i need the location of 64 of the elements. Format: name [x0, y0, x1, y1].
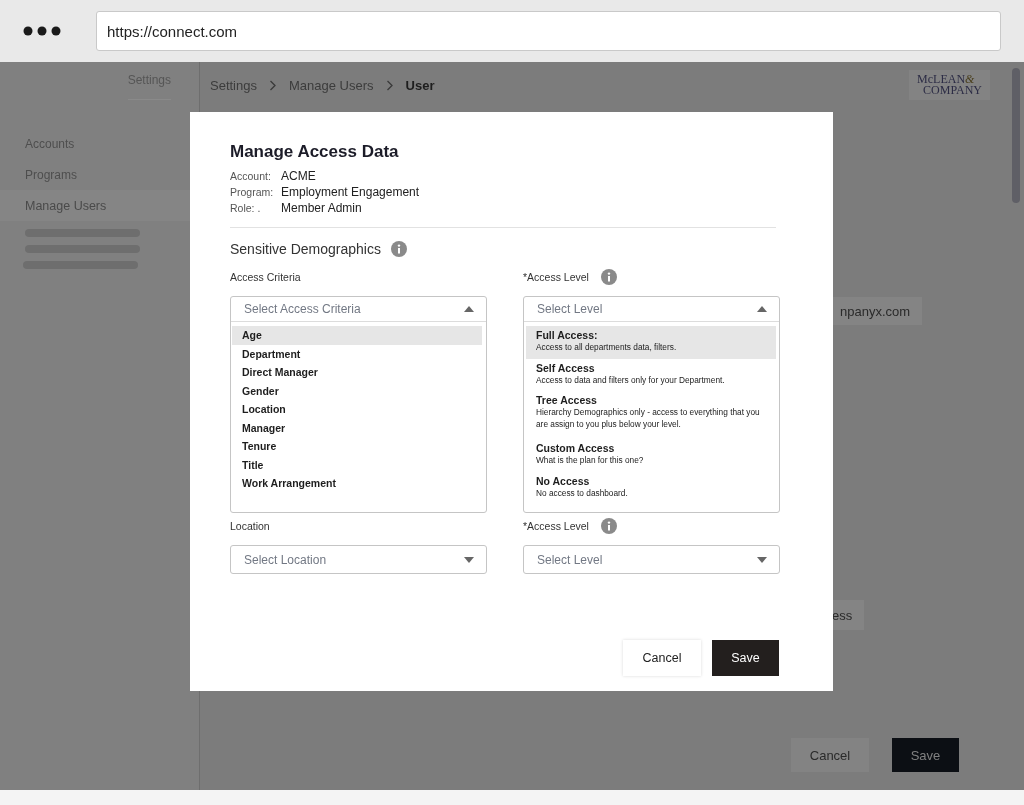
- dropdown[interactable]: Select Level: [523, 545, 780, 574]
- address-bar[interactable]: https://connect.com: [96, 11, 1001, 51]
- option-description: Access to data and filters only for your Department.: [536, 374, 726, 386]
- info-icon[interactable]: [600, 269, 617, 285]
- option-description: What is the plan for this one?: [536, 455, 645, 467]
- dropdown-placeholder: Select Level: [537, 552, 603, 567]
- dropdown-option[interactable]: Tree Access Hierarchy Demographics only - access to everything that you are assign to you plus below your level.: [526, 391, 776, 435]
- access-button[interactable]: ess: [832, 600, 864, 630]
- option-description: No access to dashboard.: [536, 487, 629, 499]
- dropdown[interactable]: Select Location: [230, 545, 487, 574]
- dropdown-option[interactable]: Self Access Access to data and filters only for your Department.: [526, 358, 776, 391]
- caret-up-icon: [757, 306, 767, 312]
- chevron-right-icon: [269, 79, 277, 91]
- company-logo: McLEAN& COMPANY: [909, 70, 990, 100]
- scrollbar[interactable]: [1012, 68, 1020, 203]
- option-title: Tree Access: [536, 394, 598, 407]
- chevron-right-icon: [385, 79, 394, 91]
- dropdown-option[interactable]: Title: [232, 455, 482, 474]
- save-button[interactable]: Save: [712, 640, 779, 676]
- dropdown-option[interactable]: Custom Access What is the plan for this one?: [526, 439, 776, 472]
- section-title: Sensitive Demographics: [230, 241, 381, 257]
- dialog-title: Manage Access Data: [230, 142, 400, 162]
- cancel-button[interactable]: Cancel: [791, 738, 869, 772]
- caret-down-icon: [464, 556, 474, 563]
- dropdown-placeholder: Select Location: [244, 552, 327, 567]
- dropdown-option[interactable]: Direct Manager: [232, 363, 482, 382]
- meta-value: Employment Engagement: [281, 184, 421, 200]
- dropdown-option[interactable]: Manager: [232, 418, 482, 437]
- dropdown-option[interactable]: Age: [232, 326, 482, 345]
- meta-value: Member Admin: [281, 200, 363, 216]
- option-description: Access to all departments data, filters.: [536, 342, 678, 354]
- more-icon[interactable]: [23, 26, 61, 36]
- field-label: Access Criteria: [230, 271, 301, 283]
- caret-up-icon: [464, 306, 474, 312]
- option-title: Self Access: [536, 361, 596, 375]
- meta-label: Account:: [230, 169, 272, 184]
- dropdown[interactable]: [523, 296, 780, 513]
- meta-label: Role: .: [230, 201, 262, 216]
- dropdown-option[interactable]: Location: [232, 400, 482, 419]
- dropdown-option[interactable]: Gender: [232, 381, 482, 400]
- dropdown-placeholder: Select Level: [537, 302, 603, 316]
- dropdown-option[interactable]: Tenure: [232, 437, 482, 456]
- caret-down-icon: [757, 556, 767, 563]
- field-label: *Access Level: [523, 271, 589, 283]
- save-button[interactable]: Save: [892, 738, 959, 772]
- option-title: Custom Access: [536, 442, 616, 455]
- dropdown-option[interactable]: Work Arrangement: [232, 474, 482, 493]
- dropdown-option[interactable]: Department: [232, 344, 482, 363]
- breadcrumb-item: User: [405, 77, 435, 93]
- field-label: Location: [230, 520, 270, 532]
- dropdown-option[interactable]: Full Access: Access to all departments data, filters.: [526, 326, 776, 359]
- field-label: *Access Level: [523, 520, 589, 532]
- option-title: Full Access:: [536, 329, 599, 342]
- cancel-button[interactable]: Cancel: [623, 640, 701, 676]
- dropdown[interactable]: Select Access Criteria Age Department Direct Manager Gender Location Manager Tenure Title Work Arrangement: [230, 296, 487, 513]
- info-icon[interactable]: [390, 241, 407, 257]
- dropdown-placeholder: Select Access Criteria: [244, 302, 361, 316]
- option-title: No Access: [536, 474, 591, 488]
- dropdown-option[interactable]: No Access No access to dashboard.: [526, 471, 776, 504]
- email-field: npanyx.com: [832, 297, 922, 325]
- meta-label: Program:: [230, 185, 275, 200]
- meta-value: ACME: [281, 168, 317, 184]
- info-icon[interactable]: [600, 518, 617, 534]
- option-description: Hierarchy Demographics only - access to everything that you are assign to you plus below your level.: [536, 407, 761, 430]
